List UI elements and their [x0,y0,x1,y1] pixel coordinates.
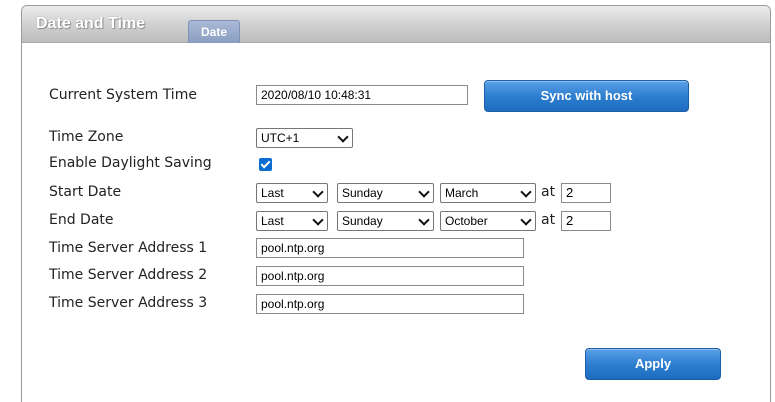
time-server-2-label: Time Server Address 2 [49,267,208,283]
apply-button[interactable]: Apply [585,348,721,380]
end-month-value: October [445,214,488,228]
chevron-down-icon [418,186,430,198]
time-server-1-field[interactable]: pool.ntp.org [256,238,524,258]
start-day-select[interactable]: Sunday [337,183,434,203]
end-day-select[interactable]: Sunday [337,211,434,231]
start-week-value: Last [261,186,284,200]
date-time-panel: Date and Time Date [21,5,771,402]
chevron-down-icon [520,186,532,198]
start-hour-field[interactable]: 2 [561,183,611,203]
daylight-saving-checkbox[interactable] [259,158,272,171]
end-at-label: at [541,212,556,228]
time-zone-select[interactable]: UTC+1 [256,128,353,148]
end-date-label: End Date [49,212,114,228]
start-date-label: Start Date [49,184,122,200]
end-day-value: Sunday [342,214,383,228]
start-day-value: Sunday [342,186,383,200]
current-time-field[interactable]: 2020/08/10 10:48:31 [256,85,468,105]
time-server-2-field[interactable]: pool.ntp.org [256,266,524,286]
start-month-value: March [445,186,479,200]
time-server-1-label: Time Server Address 1 [49,240,208,256]
checkmark-icon [260,158,271,169]
end-week-select[interactable]: Last [256,211,328,231]
current-time-label: Current System Time [49,87,197,103]
time-server-3-field[interactable]: pool.ntp.org [256,294,524,314]
start-month-select[interactable]: March [440,183,536,203]
chevron-down-icon [520,214,532,226]
start-at-label: at [541,184,556,200]
time-zone-label: Time Zone [49,129,124,145]
tab-date[interactable]: Date [188,20,240,43]
panel-header: Date and Time Date [22,6,770,43]
end-week-value: Last [261,214,284,228]
panel-title: Date and Time [36,15,146,32]
chevron-down-icon [312,186,324,198]
daylight-saving-label: Enable Daylight Saving [49,155,212,171]
chevron-down-icon [312,214,324,226]
start-week-select[interactable]: Last [256,183,328,203]
chevron-down-icon [418,214,430,226]
end-hour-field[interactable]: 2 [561,211,611,231]
end-month-select[interactable]: October [440,211,536,231]
time-server-3-label: Time Server Address 3 [49,295,208,311]
sync-with-host-button[interactable]: Sync with host [484,80,689,112]
time-zone-value: UTC+1 [261,131,300,145]
chevron-down-icon [337,131,349,143]
